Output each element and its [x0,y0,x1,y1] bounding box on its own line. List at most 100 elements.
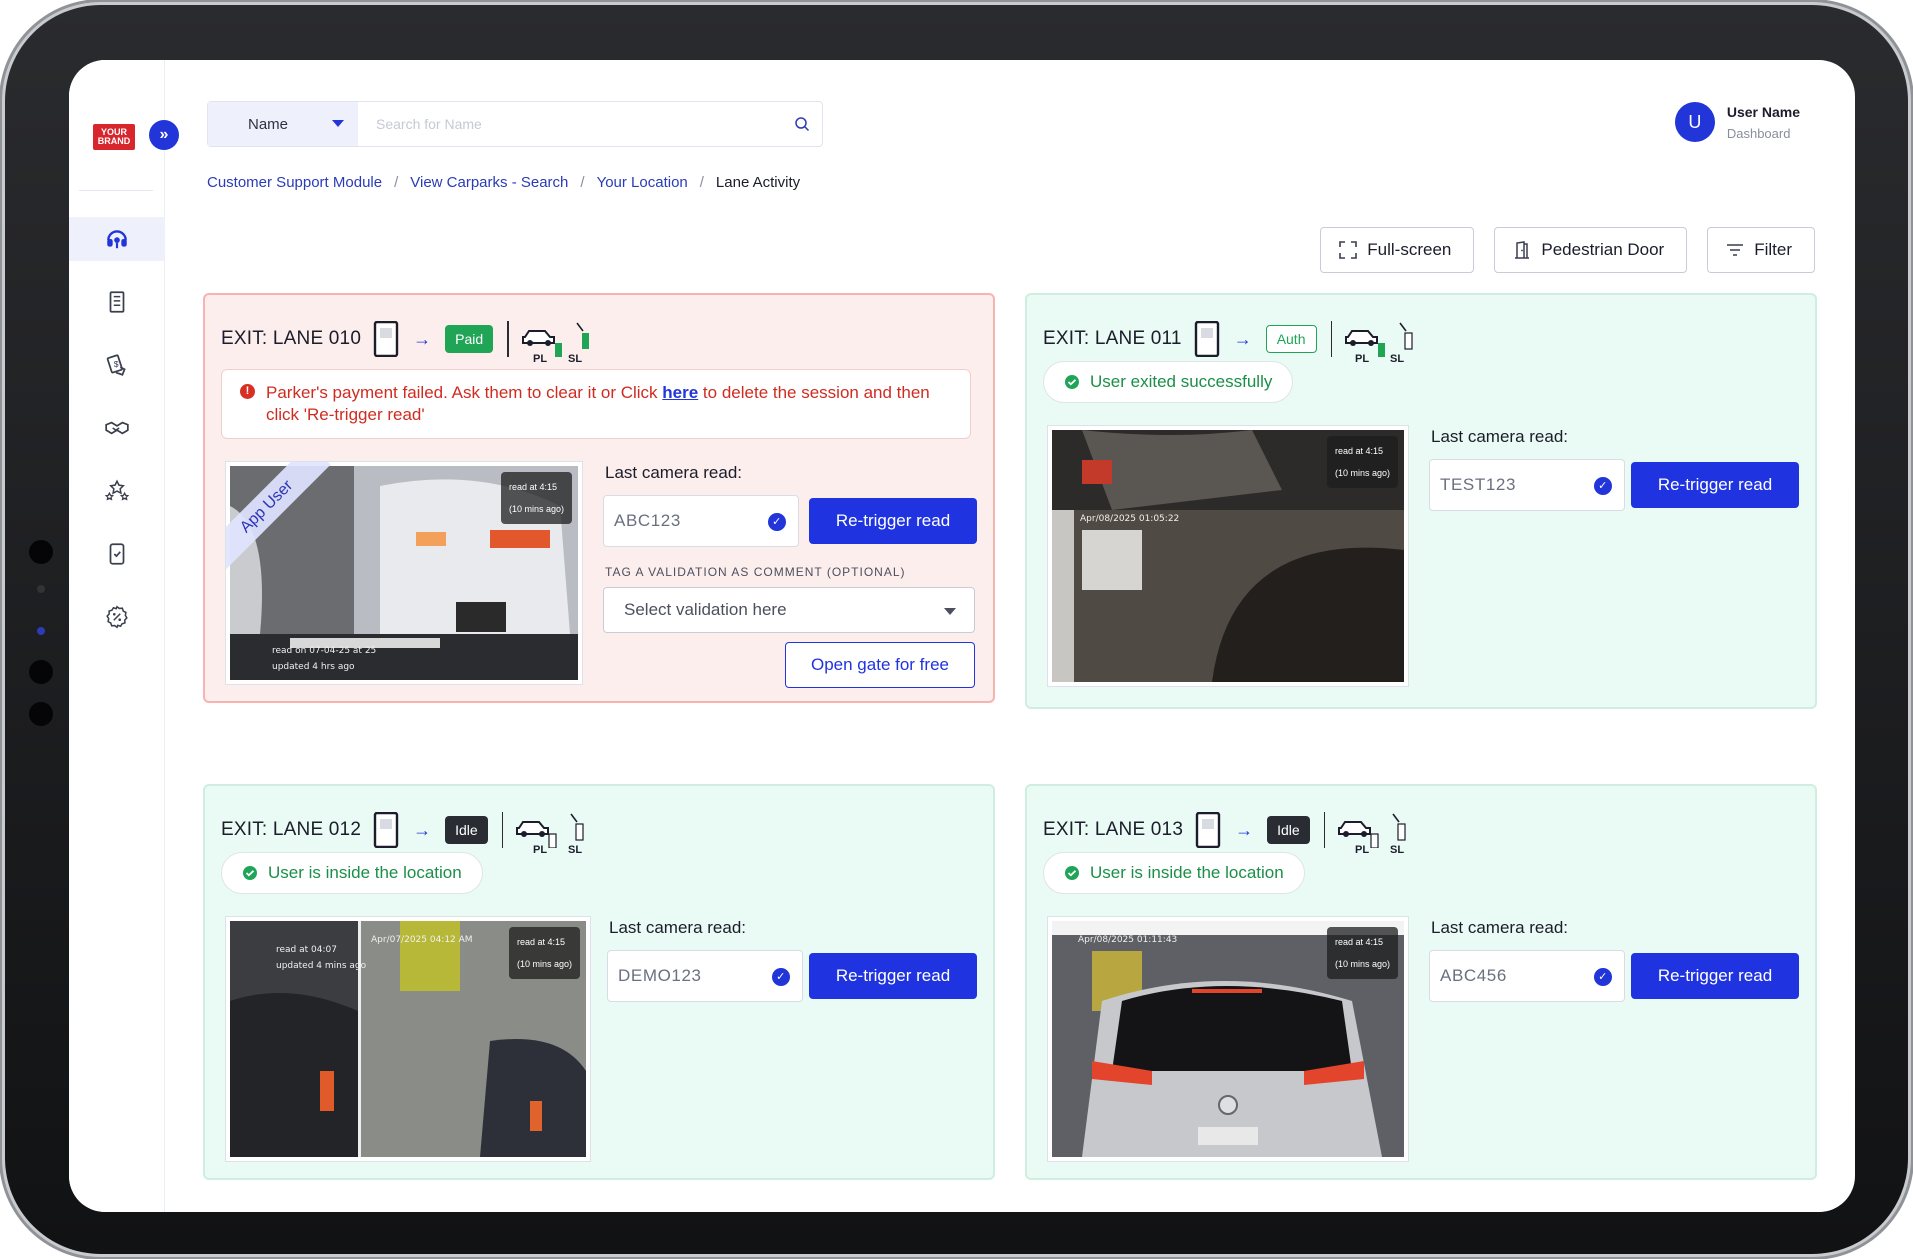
handshake-icon [105,421,129,435]
plate-field[interactable]: DEMO123 ✓ [607,950,803,1002]
car-sensor-icon [516,813,584,848]
camera-snapshot[interactable]: read at 4:15 (10 mins ago) Apr/08/2025 01… [1047,916,1409,1162]
device-sensor [37,627,45,635]
error-icon: ! [240,384,255,399]
arrow-right-icon: → [413,819,432,840]
retrigger-read-button[interactable]: Re-trigger read [809,953,977,999]
status-badge: Auth [1265,325,1317,353]
fullscreen-button[interactable]: Full-screen [1320,227,1475,273]
success-check-icon [1065,866,1079,880]
pl-label: PL [533,844,548,856]
sidebar-item-partners[interactable] [69,406,165,450]
car-sensor-icon [521,322,589,357]
last-read-label: Last camera read: [609,918,747,937]
status-badge: Idle [1267,816,1310,844]
lane-title: EXIT: LANE 013 [1043,819,1184,840]
search-input[interactable] [358,102,782,146]
arrow-right-icon: → [413,328,432,349]
search-icon[interactable] [782,102,822,146]
clipboard-check-icon [109,543,125,565]
camera-snapshot[interactable]: read at 4:15 (10 mins ago) read at 04:07 … [225,916,591,1162]
retrigger-read-button[interactable]: Re-trigger read [1631,953,1799,999]
breadcrumb: Customer Support Module / View Carparks -… [207,174,801,191]
header-divider [1323,812,1326,848]
caret-down-icon [944,608,956,615]
brand-logo[interactable]: YOUR BRAND [93,124,135,150]
car-sensor-icon [1338,813,1406,848]
device-sensor [29,660,53,684]
pedestrian-door-button[interactable]: Pedestrian Door [1494,227,1688,273]
breadcrumb-item[interactable]: Customer Support Module [207,174,382,191]
last-read-label: Last camera read: [1431,918,1569,937]
sidebar: YOUR BRAND $ [69,60,165,1212]
door-icon [1515,241,1530,259]
open-gate-button[interactable]: Open gate for free [785,642,975,688]
filter-button[interactable]: Filter [1707,227,1815,273]
camera-updated: updated 4 hrs ago [272,662,355,672]
lane-title: EXIT: LANE 010 [221,328,362,349]
pl-label: PL [1355,353,1370,365]
device-sensor [29,702,53,726]
lane-title: EXIT: LANE 012 [221,819,362,840]
retrigger-read-button[interactable]: Re-trigger read [809,498,977,544]
arrow-right-icon: → [1235,819,1254,840]
sidebar-item-payments[interactable]: $ [69,343,165,387]
sidebar-item-discounts[interactable] [69,595,165,639]
ticket-machine-icon [373,812,399,848]
arrow-right-icon: → [1233,328,1252,349]
search-field-select[interactable]: Name [208,102,358,146]
toolbar: Full-screen Pedestrian Door Filter [1320,227,1815,273]
camera-read-time: read at 4:15 (10 mins ago) [1326,927,1398,979]
building-icon [109,291,125,313]
headset-icon [107,230,127,249]
lane-title: EXIT: LANE 011 [1043,328,1182,349]
lane-status-message: User is inside the location [221,852,483,894]
camera-read-time: read at 4:15 (10 mins ago) [1326,436,1398,488]
camera-snapshot[interactable]: App User read at 4:15 (10 mins ago) read … [225,461,583,685]
last-read-label: Last camera read: [1431,427,1569,446]
camera-read-time: read at 4:15 (10 mins ago) [500,472,572,524]
caret-down-icon [332,120,344,127]
lane-status-message: User exited successfully [1043,361,1294,403]
app-screen: YOUR BRAND $ » Name Search for Name U Us… [69,60,1855,1212]
lane-header: EXIT: LANE 010 → Paid PL SL [221,319,593,365]
last-read-label: Last camera read: [605,463,743,482]
search-bar: Name [207,101,823,147]
retrigger-read-button[interactable]: Re-trigger read [1631,462,1799,508]
user-menu[interactable]: U User Name Dashboard [1674,102,1800,142]
plate-field[interactable]: ABC123 ✓ [603,495,799,547]
lane-status-message: User is inside the location [1043,852,1305,894]
stars-icon [104,479,130,501]
header-divider [1330,321,1332,357]
plate-field[interactable]: TEST123 ✓ [1429,459,1625,511]
check-circle-icon: ✓ [768,513,786,531]
status-badge: Paid [445,325,494,353]
sl-label: SL [1390,844,1405,856]
sidebar-item-validation[interactable] [69,532,165,576]
success-check-icon [243,866,257,880]
breadcrumb-item[interactable]: View Carparks - Search [410,174,568,191]
sl-label: SL [568,844,583,856]
plate-field[interactable]: ABC456 ✓ [1429,950,1625,1002]
check-circle-icon: ✓ [1594,477,1612,495]
camera-snapshot[interactable]: read at 4:15 (10 mins ago) Apr/08/2025 01… [1047,425,1409,687]
sidebar-item-building[interactable] [69,280,165,324]
sidebar-item-support[interactable] [69,217,165,261]
delete-session-link[interactable]: here [662,383,698,402]
avatar: U [1674,102,1715,142]
svg-text:$: $ [114,359,119,369]
lane-header: EXIT: LANE 011 → Auth PL SL [1043,319,1416,365]
validation-select[interactable]: Select validation here [603,587,975,633]
car-sensor-icon [1345,322,1413,357]
device-frame: YOUR BRAND $ » Name Search for Name U Us… [5,5,1908,1254]
sidebar-item-ratings[interactable] [69,469,165,513]
user-role: Dashboard [1726,125,1791,141]
success-check-icon [1065,375,1079,389]
validation-tag-label: TAG A VALIDATION AS COMMENT (OPTIONAL) [605,565,906,579]
check-circle-icon: ✓ [1594,968,1612,986]
camera-read-date: read at 04:07 [276,945,337,955]
money-hand-icon: $ [106,354,126,376]
expand-sidebar-button[interactable]: » [149,120,179,150]
payment-error-alert: ! Parker's payment failed. Ask them to c… [221,369,971,439]
breadcrumb-item[interactable]: Your Location [597,174,688,191]
